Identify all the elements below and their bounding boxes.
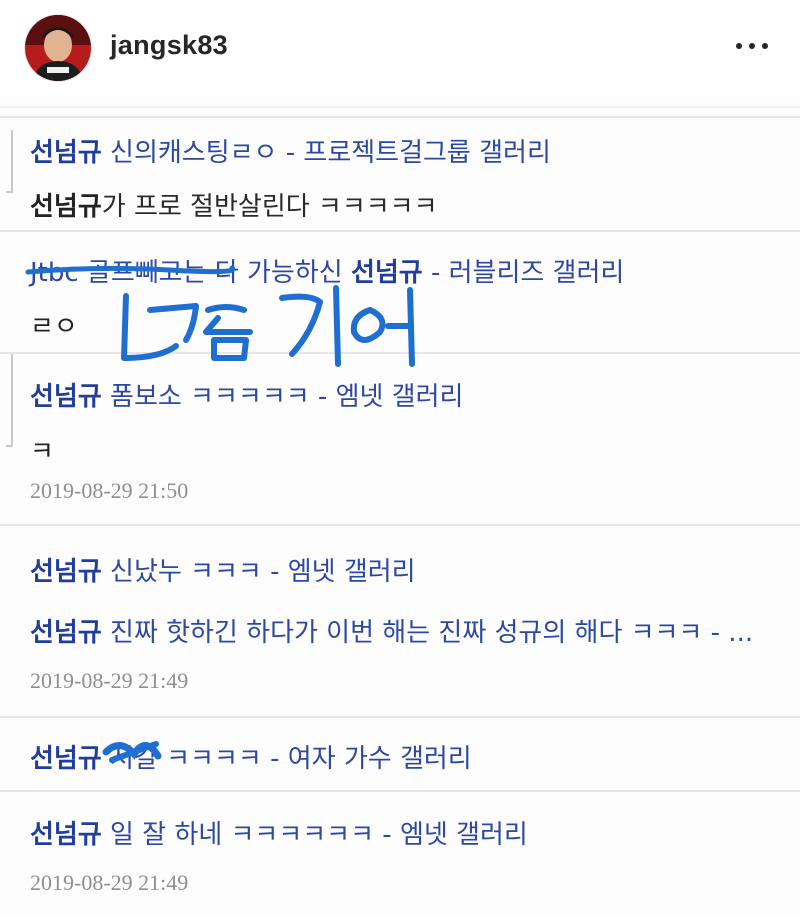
post-photo: 선넘규 신의캐스팅ㄹㅇ - 프로젝트걸그룹 갤러리 선넘규가 프로 절반살린다 … [0, 96, 800, 916]
handwritten-note [121, 285, 415, 367]
username[interactable]: jangsk83 [110, 30, 228, 61]
avatar[interactable] [24, 14, 92, 82]
more-dots-icon[interactable] [734, 36, 774, 56]
post-header: jangsk83 [0, 0, 800, 96]
handwriting-overlay [6, 130, 415, 763]
